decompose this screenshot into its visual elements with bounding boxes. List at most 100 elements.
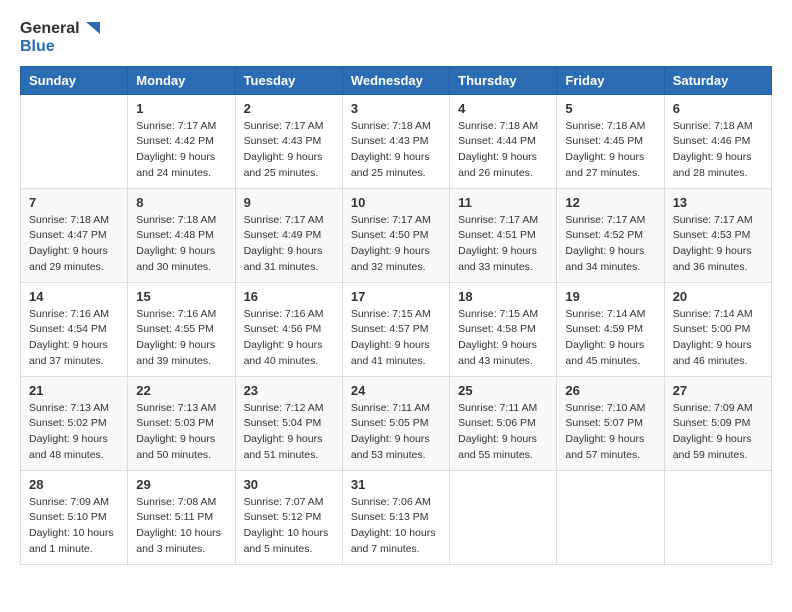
- calendar-cell: 14 Sunrise: 7:16 AMSunset: 4:54 PMDayligh…: [21, 282, 128, 376]
- day-number: 14: [29, 289, 119, 304]
- calendar-cell: 12Sunrise: 7:17 AMSunset: 4:52 PMDayligh…: [557, 188, 664, 282]
- day-info: Sunrise: 7:17 AMSunset: 4:42 PMDaylight:…: [136, 119, 226, 182]
- weekday-header-row: SundayMondayTuesdayWednesdayThursdayFrid…: [21, 66, 772, 94]
- day-number: 23: [244, 383, 334, 398]
- day-number: 1: [136, 101, 226, 116]
- day-info: Sunrise: 7:17 AMSunset: 4:51 PMDaylight:…: [458, 213, 548, 276]
- calendar-cell: 9 Sunrise: 7:17 AMSunset: 4:49 PMDaylight…: [235, 188, 342, 282]
- calendar-cell: 27 Sunrise: 7:09 AMSunset: 5:09 PMDayligh…: [664, 376, 771, 470]
- day-number: 8: [136, 195, 226, 210]
- weekday-header-thursday: Thursday: [450, 66, 557, 94]
- calendar-week-3: 14 Sunrise: 7:16 AMSunset: 4:54 PMDayligh…: [21, 282, 772, 376]
- day-number: 30: [244, 477, 334, 492]
- day-number: 22: [136, 383, 226, 398]
- calendar-cell: 17 Sunrise: 7:15 AMSunset: 4:57 PMDayligh…: [342, 282, 449, 376]
- calendar-cell: 21 Sunrise: 7:13 AMSunset: 5:02 PMDayligh…: [21, 376, 128, 470]
- day-info: Sunrise: 7:06 AMSunset: 5:13 PMDaylight:…: [351, 495, 441, 558]
- calendar-cell: [664, 470, 771, 564]
- day-number: 15: [136, 289, 226, 304]
- day-info: Sunrise: 7:13 AMSunset: 5:03 PMDaylight:…: [136, 401, 226, 464]
- calendar-cell: 1 Sunrise: 7:17 AMSunset: 4:42 PMDaylight…: [128, 94, 235, 188]
- day-info: Sunrise: 7:18 AMSunset: 4:48 PMDaylight:…: [136, 213, 226, 276]
- day-number: 6: [673, 101, 763, 116]
- day-number: 20: [673, 289, 763, 304]
- day-info: Sunrise: 7:17 AMSunset: 4:53 PMDaylight:…: [673, 213, 763, 276]
- day-info: Sunrise: 7:18 AMSunset: 4:44 PMDaylight:…: [458, 119, 548, 182]
- calendar-cell: 30 Sunrise: 7:07 AMSunset: 5:12 PMDayligh…: [235, 470, 342, 564]
- day-number: 17: [351, 289, 441, 304]
- calendar-cell: 10 Sunrise: 7:17 AMSunset: 4:50 PMDayligh…: [342, 188, 449, 282]
- calendar-cell: 7 Sunrise: 7:18 AMSunset: 4:47 PMDaylight…: [21, 188, 128, 282]
- day-info: Sunrise: 7:10 AMSunset: 5:07 PMDaylight:…: [565, 401, 655, 464]
- day-info: Sunrise: 7:13 AMSunset: 5:02 PMDaylight:…: [29, 401, 119, 464]
- day-number: 25: [458, 383, 548, 398]
- calendar-week-4: 21 Sunrise: 7:13 AMSunset: 5:02 PMDayligh…: [21, 376, 772, 470]
- day-info: Sunrise: 7:09 AMSunset: 5:09 PMDaylight:…: [673, 401, 763, 464]
- day-number: 10: [351, 195, 441, 210]
- day-info: Sunrise: 7:14 AMSunset: 4:59 PMDaylight:…: [565, 307, 655, 370]
- calendar-cell: 3 Sunrise: 7:18 AMSunset: 4:43 PMDaylight…: [342, 94, 449, 188]
- day-number: 21: [29, 383, 119, 398]
- calendar-week-5: 28Sunrise: 7:09 AMSunset: 5:10 PMDayligh…: [21, 470, 772, 564]
- calendar-cell: 19 Sunrise: 7:14 AMSunset: 4:59 PMDayligh…: [557, 282, 664, 376]
- calendar-cell: 25 Sunrise: 7:11 AMSunset: 5:06 PMDayligh…: [450, 376, 557, 470]
- calendar-cell: 29 Sunrise: 7:08 AMSunset: 5:11 PMDayligh…: [128, 470, 235, 564]
- day-number: 9: [244, 195, 334, 210]
- day-number: 5: [565, 101, 655, 116]
- weekday-header-sunday: Sunday: [21, 66, 128, 94]
- day-info: Sunrise: 7:17 AMSunset: 4:52 PMDaylight:…: [565, 213, 655, 276]
- day-info: Sunrise: 7:07 AMSunset: 5:12 PMDaylight:…: [244, 495, 334, 558]
- day-number: 18: [458, 289, 548, 304]
- weekday-header-friday: Friday: [557, 66, 664, 94]
- day-info: Sunrise: 7:11 AMSunset: 5:06 PMDaylight:…: [458, 401, 548, 464]
- calendar-cell: 5 Sunrise: 7:18 AMSunset: 4:45 PMDaylight…: [557, 94, 664, 188]
- day-number: 27: [673, 383, 763, 398]
- day-info: Sunrise: 7:18 AMSunset: 4:43 PMDaylight:…: [351, 119, 441, 182]
- day-info: Sunrise: 7:11 AMSunset: 5:05 PMDaylight:…: [351, 401, 441, 464]
- logo-general: General: [20, 20, 80, 37]
- day-info: Sunrise: 7:15 AMSunset: 4:57 PMDaylight:…: [351, 307, 441, 370]
- day-info: Sunrise: 7:18 AMSunset: 4:47 PMDaylight:…: [29, 213, 119, 276]
- day-number: 19: [565, 289, 655, 304]
- day-info: Sunrise: 7:16 AMSunset: 4:54 PMDaylight:…: [29, 307, 119, 370]
- day-info: Sunrise: 7:08 AMSunset: 5:11 PMDaylight:…: [136, 495, 226, 558]
- calendar-cell: 2Sunrise: 7:17 AMSunset: 4:43 PMDaylight…: [235, 94, 342, 188]
- calendar-table: SundayMondayTuesdayWednesdayThursdayFrid…: [20, 66, 772, 565]
- calendar-cell: 24Sunrise: 7:11 AMSunset: 5:05 PMDayligh…: [342, 376, 449, 470]
- calendar-cell: 28Sunrise: 7:09 AMSunset: 5:10 PMDayligh…: [21, 470, 128, 564]
- logo-arrow-icon: [82, 20, 100, 38]
- day-number: 16: [244, 289, 334, 304]
- day-info: Sunrise: 7:15 AMSunset: 4:58 PMDaylight:…: [458, 307, 548, 370]
- calendar-cell: [21, 94, 128, 188]
- logo-blue: Blue: [20, 38, 55, 55]
- calendar-cell: 20 Sunrise: 7:14 AMSunset: 5:00 PMDayligh…: [664, 282, 771, 376]
- calendar-cell: 22 Sunrise: 7:13 AMSunset: 5:03 PMDayligh…: [128, 376, 235, 470]
- day-number: 29: [136, 477, 226, 492]
- day-info: Sunrise: 7:18 AMSunset: 4:46 PMDaylight:…: [673, 119, 763, 182]
- calendar-cell: 23 Sunrise: 7:12 AMSunset: 5:04 PMDayligh…: [235, 376, 342, 470]
- day-info: Sunrise: 7:18 AMSunset: 4:45 PMDaylight:…: [565, 119, 655, 182]
- calendar-cell: 18 Sunrise: 7:15 AMSunset: 4:58 PMDayligh…: [450, 282, 557, 376]
- day-number: 26: [565, 383, 655, 398]
- day-number: 3: [351, 101, 441, 116]
- page-header: General Blue: [20, 20, 772, 56]
- calendar-week-2: 7 Sunrise: 7:18 AMSunset: 4:47 PMDaylight…: [21, 188, 772, 282]
- logo-wordmark: General Blue: [20, 20, 100, 56]
- calendar-cell: 26 Sunrise: 7:10 AMSunset: 5:07 PMDayligh…: [557, 376, 664, 470]
- day-info: Sunrise: 7:17 AMSunset: 4:49 PMDaylight:…: [244, 213, 334, 276]
- day-number: 7: [29, 195, 119, 210]
- weekday-header-tuesday: Tuesday: [235, 66, 342, 94]
- day-info: Sunrise: 7:16 AMSunset: 4:56 PMDaylight:…: [244, 307, 334, 370]
- calendar-cell: [557, 470, 664, 564]
- calendar-cell: 6 Sunrise: 7:18 AMSunset: 4:46 PMDaylight…: [664, 94, 771, 188]
- day-number: 31: [351, 477, 441, 492]
- weekday-header-saturday: Saturday: [664, 66, 771, 94]
- day-info: Sunrise: 7:14 AMSunset: 5:00 PMDaylight:…: [673, 307, 763, 370]
- weekday-header-monday: Monday: [128, 66, 235, 94]
- day-info: Sunrise: 7:12 AMSunset: 5:04 PMDaylight:…: [244, 401, 334, 464]
- day-info: Sunrise: 7:17 AMSunset: 4:50 PMDaylight:…: [351, 213, 441, 276]
- day-number: 4: [458, 101, 548, 116]
- day-info: Sunrise: 7:17 AMSunset: 4:43 PMDaylight:…: [244, 119, 334, 182]
- calendar-cell: 11Sunrise: 7:17 AMSunset: 4:51 PMDayligh…: [450, 188, 557, 282]
- calendar-cell: 15Sunrise: 7:16 AMSunset: 4:55 PMDayligh…: [128, 282, 235, 376]
